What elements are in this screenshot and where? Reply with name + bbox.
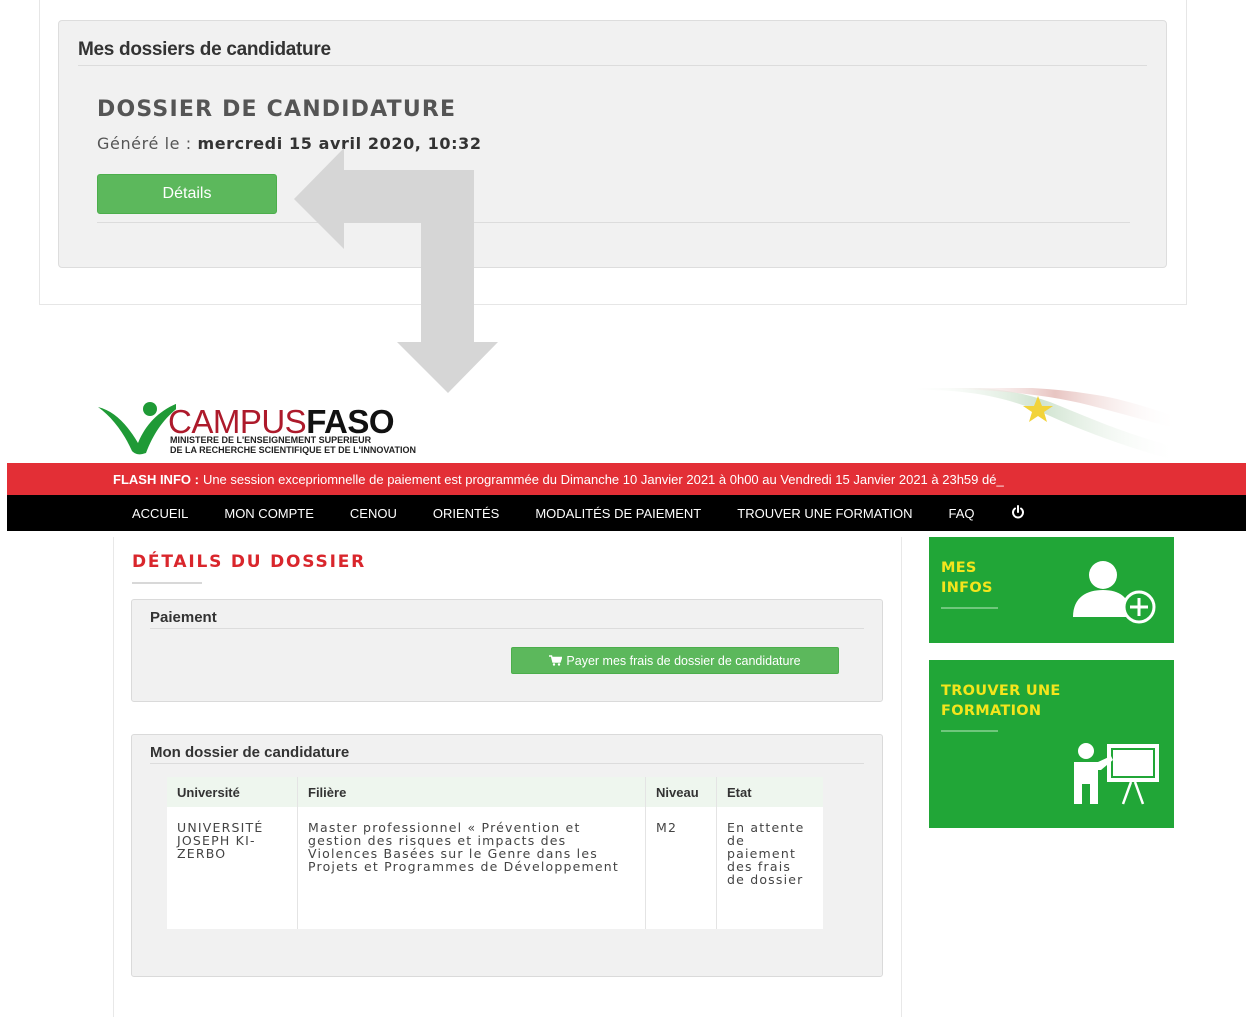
- divider: [150, 763, 864, 764]
- annotation-arrow: [294, 148, 498, 393]
- ministry-line-1: MINISTERE DE L'ENSEIGNEMENT SUPERIEUR: [170, 435, 372, 445]
- tile-mes-infos[interactable]: MES INFOS: [929, 537, 1174, 643]
- pay-fees-label: Payer mes frais de dossier de candidatur…: [566, 653, 801, 668]
- nav-item-accueil[interactable]: ACCUEIL: [132, 506, 188, 521]
- nav-item-modalites-paiement[interactable]: MODALITÉS DE PAIEMENT: [535, 506, 701, 521]
- payment-panel-title: Paiement: [150, 609, 217, 626]
- application-panel: Mon dossier de candidature Université Fi…: [131, 734, 883, 977]
- cart-icon: [549, 655, 563, 666]
- page-title: DÉTAILS DU DOSSIER: [132, 552, 367, 572]
- nav-item-trouver-formation[interactable]: TROUVER UNE FORMATION: [737, 506, 912, 521]
- column-header-filiere: Filière: [297, 777, 646, 807]
- payment-panel: Paiement Payer mes frais de dossier de c…: [131, 599, 883, 702]
- power-icon: [1011, 504, 1024, 518]
- ministry-name: MINISTERE DE L'ENSEIGNEMENT SUPERIEUR DE…: [170, 435, 416, 455]
- ministry-line-2: DE LA RECHERCHE SCIENTIFIQUE ET DE L'INN…: [170, 445, 416, 455]
- application-table: Université Filière Niveau Etat UNIVERSIT…: [167, 777, 823, 929]
- main-nav: ACCUEIL MON COMPTE CENOU ORIENTÉS MODALI…: [7, 495, 1246, 531]
- logo-check-icon: [98, 402, 176, 455]
- logout-button[interactable]: [1011, 504, 1025, 522]
- tile-title-line: TROUVER UNE: [941, 683, 1061, 699]
- application-panel-title: Mon dossier de candidature: [150, 744, 350, 761]
- divider: [150, 628, 864, 629]
- brand-name: CAMPUSFASO: [168, 405, 395, 438]
- title-underline: [132, 582, 202, 584]
- nav-item-mon-compte[interactable]: MON COMPTE: [224, 506, 314, 521]
- nav-item-faq[interactable]: FAQ: [949, 506, 975, 521]
- table-header-row: Université Filière Niveau Etat: [167, 777, 823, 807]
- cell-niveau: M2: [645, 807, 717, 929]
- flash-info-bar: FLASH INFO : Une session excepriomnelle …: [7, 463, 1246, 495]
- cell-etat: En attente de paiement des frais de doss…: [727, 820, 805, 887]
- flag-decoration: [900, 388, 1180, 462]
- nav-item-orientes[interactable]: ORIENTÉS: [433, 506, 499, 521]
- flash-label: FLASH INFO :: [113, 471, 199, 487]
- pay-fees-button[interactable]: Payer mes frais de dossier de candidatur…: [511, 647, 839, 674]
- table-row: UNIVERSITÉ JOSEPH KI-ZERBO Master profes…: [167, 807, 823, 929]
- flash-text: Une session excepriomnelle de paiement e…: [202, 471, 1004, 487]
- tile-divider: [941, 730, 998, 732]
- campusfaso-logo[interactable]: CAMPUSFASO MINISTERE DE L'ENSEIGNEMENT S…: [96, 385, 476, 460]
- tile-trouver-formation[interactable]: TROUVER UNE FORMATION: [929, 660, 1174, 828]
- column-header-universite: Université: [167, 777, 298, 807]
- tile-title-line: FORMATION: [941, 703, 1042, 719]
- cell-universite: UNIVERSITÉ JOSEPH KI-ZERBO: [167, 807, 298, 929]
- teacher-board-icon: [1074, 743, 1159, 805]
- tile-divider: [941, 607, 998, 609]
- column-header-etat: Etat: [716, 777, 823, 807]
- user-add-icon: [1073, 561, 1156, 624]
- nav-item-cenou[interactable]: CENOU: [350, 506, 397, 521]
- column-header-niveau: Niveau: [645, 777, 717, 807]
- cell-filiere: Master professionnel « Prévention et ges…: [297, 807, 646, 929]
- tile-title: TROUVER UNE FORMATION: [941, 681, 1101, 721]
